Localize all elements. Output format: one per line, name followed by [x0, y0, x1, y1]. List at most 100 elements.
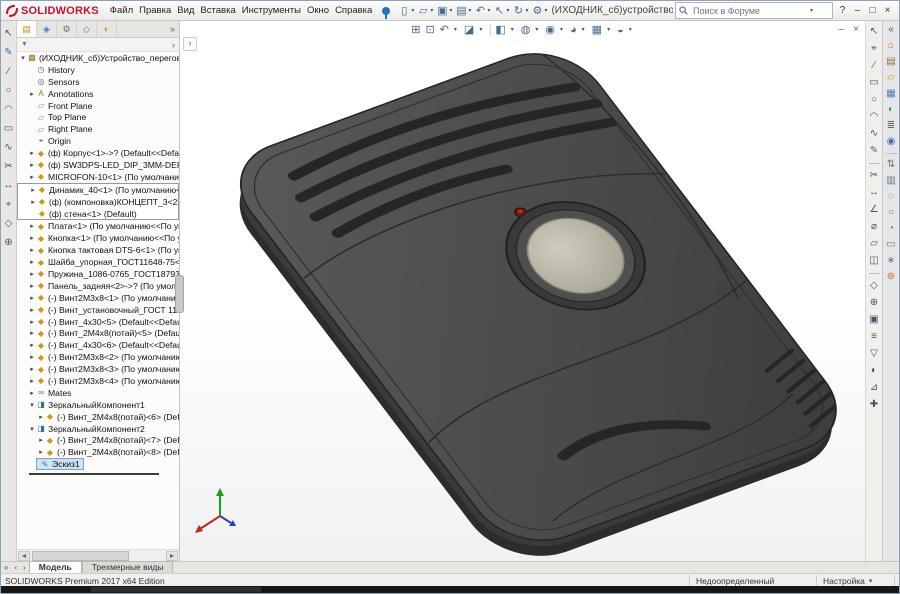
help-button[interactable]: ?: [835, 5, 850, 16]
featuremanager-tab[interactable]: ▤: [17, 21, 37, 37]
tree-item[interactable]: ▸◆(ф) Корпус<1>->? (Default<<Default>_Ph: [17, 147, 179, 159]
tree-item-content[interactable]: ◆(-) Винт_4х30<6> (Default<<Default>_Сос…: [36, 340, 179, 350]
tree-item[interactable]: ▸◆(-) Винт_установочный_ГОСТ 11074-93<5: [17, 304, 179, 316]
tree-expand-arrow-icon[interactable]: ▸: [37, 413, 45, 421]
tree-item[interactable]: ▸◆(-) Винт_4х30<6> (Default<<Default>_Со…: [17, 339, 179, 351]
rectangle-tool-icon[interactable]: ▭: [4, 124, 13, 134]
tree-item-selected[interactable]: ✎Эскиз1: [36, 458, 84, 470]
smart-dimension-icon[interactable]: ↔: [869, 188, 879, 198]
taskbar-strip[interactable]: [1, 586, 899, 593]
search-scope-caret[interactable]: ▾: [810, 7, 813, 14]
tree-item[interactable]: ▸◆(ф) (компоновка)КОНЦЕПТ_3<2> (Default>: [17, 196, 179, 208]
tree-expand-arrow-icon[interactable]: ▸: [28, 294, 36, 302]
tree-item-content[interactable]: ◆(ф) SW3DPS-LED_DIP_3MM-DEFAULT<1> (<: [36, 160, 179, 170]
tree-item[interactable]: ▸◆Плата<1> (По умолчанию<<По умолча: [17, 220, 179, 232]
save-icon[interactable]: ▣: [435, 4, 449, 17]
tree-item-content[interactable]: ◆MICROFON-10<1> (По умолчанию<<По ум: [36, 172, 179, 182]
custom-properties-icon[interactable]: ≣: [887, 121, 895, 131]
solidworks-resources-icon[interactable]: ⌂: [888, 41, 894, 51]
tree-item[interactable]: ▸◆(-) Винт_2М4х8(потай)<7> (Default<: [17, 435, 179, 447]
edit-appearance-icon-caret[interactable]: ▾: [582, 26, 585, 33]
tree-expand-arrow-icon[interactable]: ▸: [28, 173, 36, 181]
tree-expand-arrow-icon[interactable]: ▸: [37, 436, 45, 444]
document-tab-1[interactable]: Трехмерные виды: [82, 561, 174, 573]
tree-item[interactable]: ▸◆Панель_задняя<2>->? (По умолчанию<: [17, 280, 179, 292]
angle-dimension-icon[interactable]: ∠: [870, 205, 879, 215]
tree-item[interactable]: ▾◨ЗеркальныйКомпонент2: [17, 423, 179, 435]
tree-item[interactable]: ▸◆Шайба_упорная_ГОСТ11648-75<1> (По ум: [17, 256, 179, 268]
sphere-icon[interactable]: ○: [888, 208, 894, 218]
display-style-icon[interactable]: ◍: [521, 23, 531, 36]
options-icon-caret[interactable]: ▾: [544, 7, 547, 14]
view-orientation-icon-caret[interactable]: ▾: [511, 26, 514, 33]
search-input[interactable]: [691, 5, 807, 17]
tree-item-content[interactable]: ◆(-) Винт_2М4х8(потай)<6> (Default<: [45, 412, 179, 422]
tree-item-content[interactable]: ◆(-) Винт2М3х8<3> (По умолчанию<<По ум: [36, 364, 179, 374]
zoom-fit-icon[interactable]: ⊞: [411, 23, 420, 36]
menu-item-6[interactable]: Справка: [332, 4, 375, 17]
sketch-icon[interactable]: ✎: [870, 146, 878, 156]
tree-expand-arrow-icon[interactable]: ▸: [28, 282, 36, 290]
section-view-icon-caret[interactable]: ▾: [479, 26, 482, 33]
arc-icon[interactable]: ◠: [870, 112, 879, 122]
tree-item-content[interactable]: ∞Mates: [36, 388, 71, 398]
tree-expand-arrow-icon[interactable]: ▸: [29, 186, 37, 194]
tree-expand-arrow-icon[interactable]: ▸: [28, 318, 36, 326]
tree-item-content[interactable]: ◆Кнопка тактовая DTS-6<1> (По умолчан: [36, 245, 179, 255]
display-style-icon-caret[interactable]: ▾: [535, 26, 538, 33]
rebuild-icon[interactable]: ↻: [511, 4, 525, 17]
view-orientation-icon[interactable]: ◧: [495, 23, 505, 36]
tree-item-content[interactable]: ◆Панель_задняя<2>->? (По умолчанию<: [36, 281, 179, 291]
tree-expand-arrow-icon[interactable]: ▸: [28, 258, 36, 266]
tree-horizontal-scrollbar[interactable]: ◂ ▸: [17, 549, 179, 561]
minimize-button[interactable]: –: [850, 5, 865, 16]
plane-icon[interactable]: ▱: [870, 239, 878, 249]
tree-item[interactable]: ▸◆MICROFON-10<1> (По умолчанию<<По ум: [17, 171, 179, 183]
menu-item-3[interactable]: Вставка: [197, 4, 238, 17]
tree-item-content[interactable]: ▱Top Plane: [36, 112, 86, 122]
polygon-icon[interactable]: ◇: [870, 281, 878, 291]
tree-item-content[interactable]: ◆Шайба_упорная_ГОСТ11648-75<1> (По ум: [36, 257, 179, 267]
select-arrow-icon[interactable]: ↖: [870, 27, 878, 37]
trim-tool-icon[interactable]: ✂: [4, 162, 12, 172]
tree-expand-arrow-icon[interactable]: ▸: [28, 329, 36, 337]
pin-icon[interactable]: [382, 7, 390, 15]
tree-item-content[interactable]: ◨ЗеркальныйКомпонент1: [36, 400, 145, 410]
tree-item[interactable]: ◷History: [17, 64, 179, 76]
flyout-tree-arrow[interactable]: ›: [183, 37, 197, 51]
rebuild-icon-caret[interactable]: ▾: [525, 7, 528, 14]
tree-item-content[interactable]: ◨ЗеркальныйКомпонент2: [36, 424, 145, 434]
scroll-right-icon[interactable]: ▸: [166, 551, 178, 561]
tree-item[interactable]: ▸AAnnotations: [17, 88, 179, 100]
dimxpertmanager-tab[interactable]: ◇: [77, 21, 97, 37]
view-palette-icon[interactable]: ▦: [886, 89, 895, 99]
tree-expand-arrow-icon[interactable]: ▸: [28, 161, 36, 169]
apply-scene-icon[interactable]: ▦: [592, 23, 602, 36]
tree-expand-arrow-icon[interactable]: ▸: [37, 448, 45, 456]
fillet-icon[interactable]: ▣: [869, 315, 878, 325]
tree-item-content[interactable]: ◆(-) Винт_2М4х8(потай)<7> (Default<: [45, 435, 179, 445]
propertymanager-tab[interactable]: ◈: [37, 21, 57, 37]
rectangle-icon[interactable]: ▭: [869, 78, 878, 88]
tree-item[interactable]: ◎Sensors: [17, 76, 179, 88]
tree-item[interactable]: ▸◆Пружина_1086-0765_ГОСТ18793-80<2> (По: [17, 268, 179, 280]
view-settings-icon[interactable]: ◒: [617, 24, 624, 36]
forum-icon[interactable]: ◉: [887, 137, 896, 147]
tree-expand-arrow-icon[interactable]: ▸: [28, 389, 36, 397]
tree-expand-arrow-icon[interactable]: ▸: [28, 222, 36, 230]
section-view-icon[interactable]: ◪: [464, 23, 474, 36]
document-tab-0[interactable]: Модель: [29, 561, 82, 573]
tree-item[interactable]: ▸◆(-) Винт_2М4х8(потай)<8> (Default<: [17, 446, 179, 458]
tree-item-content[interactable]: ◆(-) Винт2М3х8<2> (По умолчанию<<По ум: [36, 352, 179, 362]
line-icon[interactable]: ∕: [873, 61, 875, 71]
burst-icon[interactable]: ⊛: [887, 272, 895, 282]
trim-icon[interactable]: ✂: [870, 171, 878, 181]
spline-icon[interactable]: ∿: [870, 129, 878, 139]
appearances-icon[interactable]: ◐: [888, 105, 894, 115]
select-icon[interactable]: ↖: [492, 4, 506, 17]
tree-item[interactable]: ▸◆(ф) SW3DPS-LED_DIP_3MM-DEFAULT<1> (<: [17, 159, 179, 171]
pattern-icon[interactable]: ⊕: [870, 298, 878, 308]
tree-expand-arrow-icon[interactable]: ▸: [28, 234, 36, 242]
circle-icon[interactable]: ○: [871, 95, 877, 105]
tree-item[interactable]: ▸◆(-) Винт2М3х8<2> (По умолчанию<<По ум: [17, 351, 179, 363]
